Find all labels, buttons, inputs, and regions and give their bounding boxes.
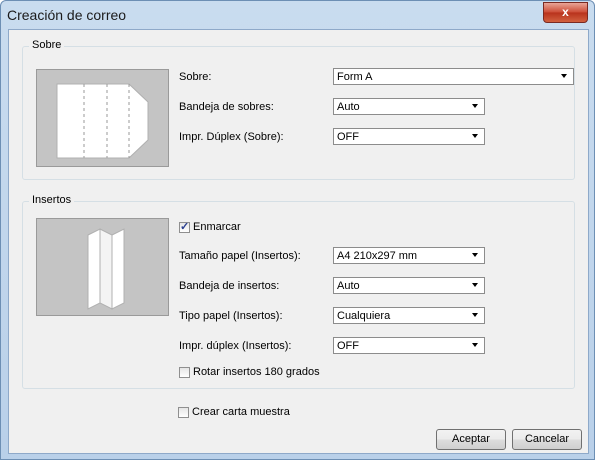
tipo-papel-label: Tipo papel (Insertos): xyxy=(179,310,283,322)
duplex-insertos-label: Impr. dúplex (Insertos): xyxy=(179,340,292,352)
sobre-group-label: Sobre xyxy=(29,39,65,51)
chevron-down-icon xyxy=(472,343,478,347)
rotar-checkbox[interactable] xyxy=(179,367,190,378)
dialog-window: Creación de correo x Sobre Sobre: Form A… xyxy=(0,0,595,460)
chevron-down-icon xyxy=(472,134,478,138)
tipo-papel-value: Cualquiera xyxy=(337,310,391,322)
tamano-papel-label: Tamaño papel (Insertos): xyxy=(179,250,301,262)
tipo-papel-select[interactable]: Cualquiera xyxy=(333,307,485,324)
chevron-down-icon xyxy=(472,313,478,317)
enmarcar-checkbox[interactable] xyxy=(179,220,190,233)
tamano-papel-value: A4 210x297 mm xyxy=(337,250,418,262)
bandeja-insertos-value: Auto xyxy=(337,280,360,292)
duplex-sobre-label: Impr. Dúplex (Sobre): xyxy=(179,131,284,143)
envelope-illustration xyxy=(36,69,169,167)
envelope-icon xyxy=(56,83,149,159)
sobre-select-value: Form A xyxy=(337,71,373,83)
insert-illustration xyxy=(36,218,169,316)
insertos-group: Insertos Enmarcar Tamaño papel (Insertos… xyxy=(22,194,575,389)
rotar-label: Rotar insertos 180 grados xyxy=(193,366,320,378)
duplex-sobre-select[interactable]: OFF xyxy=(333,128,485,145)
bandeja-sobres-label: Bandeja de sobres: xyxy=(179,101,274,113)
chevron-down-icon xyxy=(561,74,567,78)
title-bar[interactable]: Creación de correo x xyxy=(1,1,594,29)
folded-letter-icon xyxy=(87,228,125,310)
enmarcar-label: Enmarcar xyxy=(193,221,241,233)
insertos-group-label: Insertos xyxy=(29,194,75,206)
chevron-down-icon xyxy=(472,283,478,287)
bandeja-insertos-select[interactable]: Auto xyxy=(333,277,485,294)
accept-button[interactable]: Aceptar xyxy=(436,429,506,450)
bandeja-sobres-select[interactable]: Auto xyxy=(333,98,485,115)
sobre-group: Sobre Sobre: Form A Bandeja de sobres: A… xyxy=(22,39,575,180)
dialog-body: Sobre Sobre: Form A Bandeja de sobres: A… xyxy=(8,29,589,454)
chevron-down-icon xyxy=(472,104,478,108)
chevron-down-icon xyxy=(472,253,478,257)
duplex-sobre-value: OFF xyxy=(337,131,359,143)
crear-carta-checkbox[interactable] xyxy=(178,407,189,418)
cancel-button[interactable]: Cancelar xyxy=(512,429,582,450)
duplex-insertos-value: OFF xyxy=(337,340,359,352)
bandeja-sobres-value: Auto xyxy=(337,101,360,113)
tamano-papel-select[interactable]: A4 210x297 mm xyxy=(333,247,485,264)
window-title: Creación de correo xyxy=(7,7,127,23)
duplex-insertos-select[interactable]: OFF xyxy=(333,337,485,354)
sobre-label: Sobre: xyxy=(179,71,212,83)
close-button[interactable]: x xyxy=(543,2,588,23)
bandeja-insertos-label: Bandeja de insertos: xyxy=(179,280,280,292)
crear-carta-label: Crear carta muestra xyxy=(192,406,290,418)
sobre-select[interactable]: Form A xyxy=(333,68,574,85)
